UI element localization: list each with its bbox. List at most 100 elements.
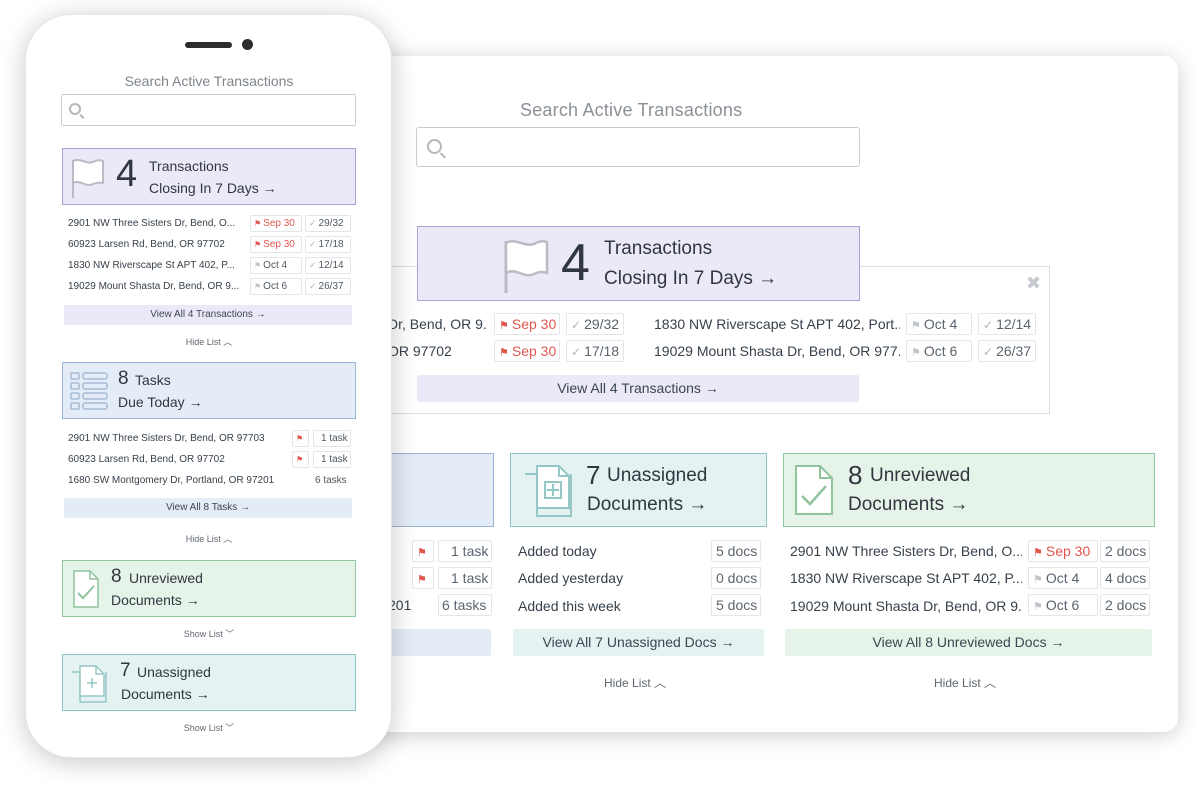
card-subtitle: Documents → xyxy=(848,494,969,515)
check-icon: ✓ xyxy=(309,239,317,249)
view-all-unassigned-button[interactable]: View All 7 Unassigned Docs → xyxy=(513,629,764,656)
unreviewed-show-list-toggle[interactable]: Show List ﹀ xyxy=(26,627,391,640)
progress-chip: ✓ 17/18 xyxy=(305,236,351,253)
transactions-closing-card[interactable]: 4 Transactions Closing In 7 Days → xyxy=(62,148,356,205)
card-title: Unreviewed xyxy=(129,570,203,586)
flag-icon: ⚑ xyxy=(911,320,921,332)
flag-icon: ⚑ xyxy=(911,347,921,359)
task-count-chip: 1 task xyxy=(438,540,492,562)
unassigned-hide-list-toggle[interactable]: Hide List ︿ xyxy=(604,674,666,691)
task-row-address[interactable]: 2901 NW Three Sisters Dr, Bend, OR 97703 xyxy=(68,433,288,444)
view-all-unreviewed-button[interactable]: View All 8 Unreviewed Docs → xyxy=(785,629,1152,656)
check-icon: ✓ xyxy=(983,318,994,332)
closing-date-chip: ⚑ Oct 4 xyxy=(906,313,972,335)
document-add-icon xyxy=(72,665,107,703)
check-icon: ✓ xyxy=(571,318,582,332)
desktop-dashboard: Search Active Transactions ✖ Dr, Bend, O… xyxy=(330,56,1178,732)
task-count-chip: 1 task xyxy=(313,451,351,468)
transaction-row-address[interactable]: 19029 Mount Shasta Dr, Bend, OR 977... xyxy=(654,343,900,359)
document-add-icon xyxy=(525,465,572,517)
closing-date-chip: ⚑ Oct 6 xyxy=(906,340,972,362)
closing-date-chip: ⚑ Sep 30 xyxy=(250,215,302,232)
flag-icon: ⚑ xyxy=(296,434,304,443)
chevron-up-icon: ︿ xyxy=(984,676,997,690)
closing-date-chip: ⚑ Oct 6 xyxy=(1028,594,1098,616)
card-title: Transactions xyxy=(604,238,713,259)
chevron-down-icon: ﹀ xyxy=(225,629,235,639)
flag-chip: ⚑ xyxy=(412,540,434,562)
closing-date-chip: ⚑ Sep 30 xyxy=(494,313,560,335)
unassigned-count: 7 xyxy=(120,660,131,681)
check-icon: ✓ xyxy=(983,345,994,359)
card-subtitle: Documents → xyxy=(111,592,200,608)
progress-chip: ✓ 26/37 xyxy=(305,278,351,295)
check-icon: ✓ xyxy=(309,281,317,291)
docs-count-chip: 2 docs xyxy=(1100,540,1150,562)
closing-date-chip: ⚑ Sep 30 xyxy=(494,340,560,362)
search-input[interactable] xyxy=(416,127,860,167)
tasks-due-card[interactable]: 8 Tasks Due Today → xyxy=(62,362,356,419)
card-subtitle: Documents → xyxy=(121,686,210,702)
unreviewed-count: 8 xyxy=(111,566,122,587)
transactions-count: 4 xyxy=(561,234,590,292)
transaction-row-address[interactable]: 1830 NW Riverscape St APT 402, Port... xyxy=(654,316,900,332)
closing-date-chip: ⚑ Oct 4 xyxy=(1028,567,1098,589)
flag-icon: ⚑ xyxy=(417,547,427,559)
view-all-transactions-button[interactable]: View All 4 Transactions → xyxy=(64,305,352,325)
unassigned-show-list-toggle[interactable]: Show List ﹀ xyxy=(26,721,391,734)
checklist-icon xyxy=(70,372,108,410)
transaction-row-address[interactable]: OR 97702 xyxy=(388,343,486,359)
flag-icon: ⚑ xyxy=(417,574,427,586)
flag-icon: ⚑ xyxy=(254,261,262,270)
view-all-transactions-button[interactable]: View All 4 Transactions → xyxy=(417,375,859,402)
card-title: Transactions xyxy=(149,158,229,174)
flag-icon: ⚑ xyxy=(1033,547,1043,559)
chevron-down-icon: ﹀ xyxy=(225,723,235,733)
chevron-up-icon: ︿ xyxy=(223,337,233,347)
unreviewed-row-address[interactable]: 2901 NW Three Sisters Dr, Bend, O... xyxy=(790,543,1022,559)
task-count-chip: 1 task xyxy=(438,567,492,589)
card-subtitle: Closing In 7 Days → xyxy=(149,180,277,196)
transactions-hide-list-toggle[interactable]: Hide List ︿ xyxy=(26,335,391,348)
close-icon[interactable]: ✖ xyxy=(1026,273,1041,294)
unreviewed-documents-card[interactable]: 8 Unreviewed Documents → xyxy=(62,560,356,617)
search-input[interactable] xyxy=(61,94,356,126)
progress-chip: ✓ 12/14 xyxy=(978,313,1036,335)
docs-count-chip: 5 docs xyxy=(711,594,761,616)
phone-mockup: Search Active Transactions 4 Transaction… xyxy=(25,14,392,758)
unassigned-row-label[interactable]: Added this week xyxy=(518,598,698,614)
transaction-row-address[interactable]: 60923 Larsen Rd, Bend, OR 97702 xyxy=(68,239,240,250)
transactions-count: 4 xyxy=(116,153,138,195)
transaction-row-address[interactable]: 2901 NW Three Sisters Dr, Bend, O... xyxy=(68,218,240,229)
task-row-address[interactable]: 60923 Larsen Rd, Bend, OR 97702 xyxy=(68,454,288,465)
transaction-row-address[interactable]: 1830 NW Riverscape St APT 402, P... xyxy=(68,260,240,271)
docs-count-chip: 0 docs xyxy=(711,567,761,589)
unreviewed-row-address[interactable]: 19029 Mount Shasta Dr, Bend, OR 9... xyxy=(790,598,1022,614)
task-row-address[interactable]: 201 xyxy=(388,597,418,613)
document-check-icon xyxy=(73,570,99,608)
flag-icon: ⚑ xyxy=(254,282,262,291)
transaction-row-address[interactable]: Dr, Bend, OR 9... xyxy=(388,316,486,332)
search-title: Search Active Transactions xyxy=(520,100,743,120)
unreviewed-hide-list-toggle[interactable]: Hide List ︿ xyxy=(934,674,996,691)
flag-icon: ⚑ xyxy=(499,347,509,359)
card-subtitle: Due Today → xyxy=(118,394,203,410)
unassigned-documents-card[interactable]: 7 Unassigned Documents → xyxy=(510,453,767,527)
transaction-row-address[interactable]: 19029 Mount Shasta Dr, Bend, OR 9... xyxy=(68,281,240,292)
unassigned-documents-card[interactable]: 7 Unassigned Documents → xyxy=(62,654,356,711)
task-count-chip: 6 tasks xyxy=(313,472,351,489)
task-count-chip: 6 tasks xyxy=(438,594,492,616)
task-row-address[interactable]: 1680 SW Montgomery Dr, Portland, OR 9720… xyxy=(68,475,308,486)
check-icon: ✓ xyxy=(309,218,317,228)
flag-icon: ⚑ xyxy=(1033,601,1043,613)
view-all-tasks-button[interactable]: View All 8 Tasks → xyxy=(64,498,352,518)
flag-icon: ⚑ xyxy=(254,219,262,228)
unreviewed-documents-card[interactable]: 8 Unreviewed Documents → xyxy=(783,453,1155,527)
unreviewed-row-address[interactable]: 1830 NW Riverscape St APT 402, P... xyxy=(790,570,1022,586)
transactions-closing-card[interactable]: 4 Transactions Closing In 7 Days → xyxy=(417,226,860,301)
unassigned-row-label[interactable]: Added today xyxy=(518,543,698,559)
unassigned-row-label[interactable]: Added yesterday xyxy=(518,570,698,586)
search-title: Search Active Transactions xyxy=(124,73,294,89)
tasks-hide-list-toggle[interactable]: Hide List ︿ xyxy=(26,532,391,545)
search-icon xyxy=(69,103,81,115)
